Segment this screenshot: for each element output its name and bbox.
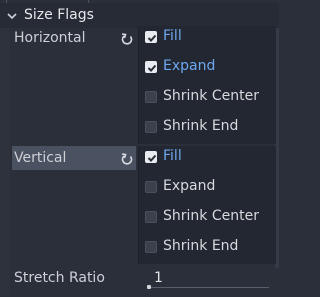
flag-shrink-center[interactable]: Shrink Center (143, 86, 273, 110)
flag-fill[interactable]: Fill (143, 146, 273, 170)
flag-label: Expand (163, 178, 216, 194)
flag-shrink-center[interactable]: Shrink Center (143, 206, 273, 230)
slider-grabber[interactable] (147, 285, 151, 289)
checkbox-unchecked[interactable] (145, 91, 157, 103)
horizontal-flags-panel: Fill Expand Shrink Center Shrink End (138, 26, 276, 144)
flag-label: Shrink End (163, 238, 239, 254)
flag-expand[interactable]: Expand (143, 56, 273, 80)
size-flags-section-header[interactable]: Size Flags (0, 3, 279, 28)
flag-label: Fill (163, 28, 182, 44)
flag-label: Expand (163, 58, 216, 74)
flag-shrink-end[interactable]: Shrink End (143, 116, 273, 140)
slider-track[interactable] (147, 287, 269, 288)
revert-icon[interactable] (119, 31, 135, 47)
checkbox-unchecked[interactable] (145, 211, 157, 223)
flag-expand[interactable]: Expand (143, 176, 273, 200)
stretch-ratio-value[interactable]: 1 (154, 270, 163, 286)
stretch-ratio-spinbox[interactable]: 1 (143, 268, 275, 292)
flag-label: Shrink End (163, 118, 239, 134)
flag-label: Fill (163, 148, 182, 164)
revert-icon[interactable] (119, 151, 135, 167)
checkbox-unchecked[interactable] (145, 241, 157, 253)
flag-fill[interactable]: Fill (143, 26, 273, 50)
chevron-down-icon (7, 13, 17, 20)
vertical-flags-panel: Fill Expand Shrink Center Shrink End (138, 146, 276, 264)
checkbox-unchecked[interactable] (145, 181, 157, 193)
flag-label: Shrink Center (163, 208, 259, 224)
vertical-label: Vertical (12, 146, 136, 170)
indent-guide (0, 28, 10, 296)
flag-shrink-end[interactable]: Shrink End (143, 236, 273, 260)
section-title: Size Flags (24, 7, 94, 23)
flag-label: Shrink Center (163, 88, 259, 104)
stretch-ratio-label: Stretch Ratio (14, 270, 105, 286)
horizontal-label: Horizontal (14, 30, 86, 46)
checkbox-checked[interactable] (145, 61, 157, 73)
checkbox-unchecked[interactable] (145, 121, 157, 133)
checkbox-checked[interactable] (145, 151, 157, 163)
checkbox-checked[interactable] (145, 31, 157, 43)
